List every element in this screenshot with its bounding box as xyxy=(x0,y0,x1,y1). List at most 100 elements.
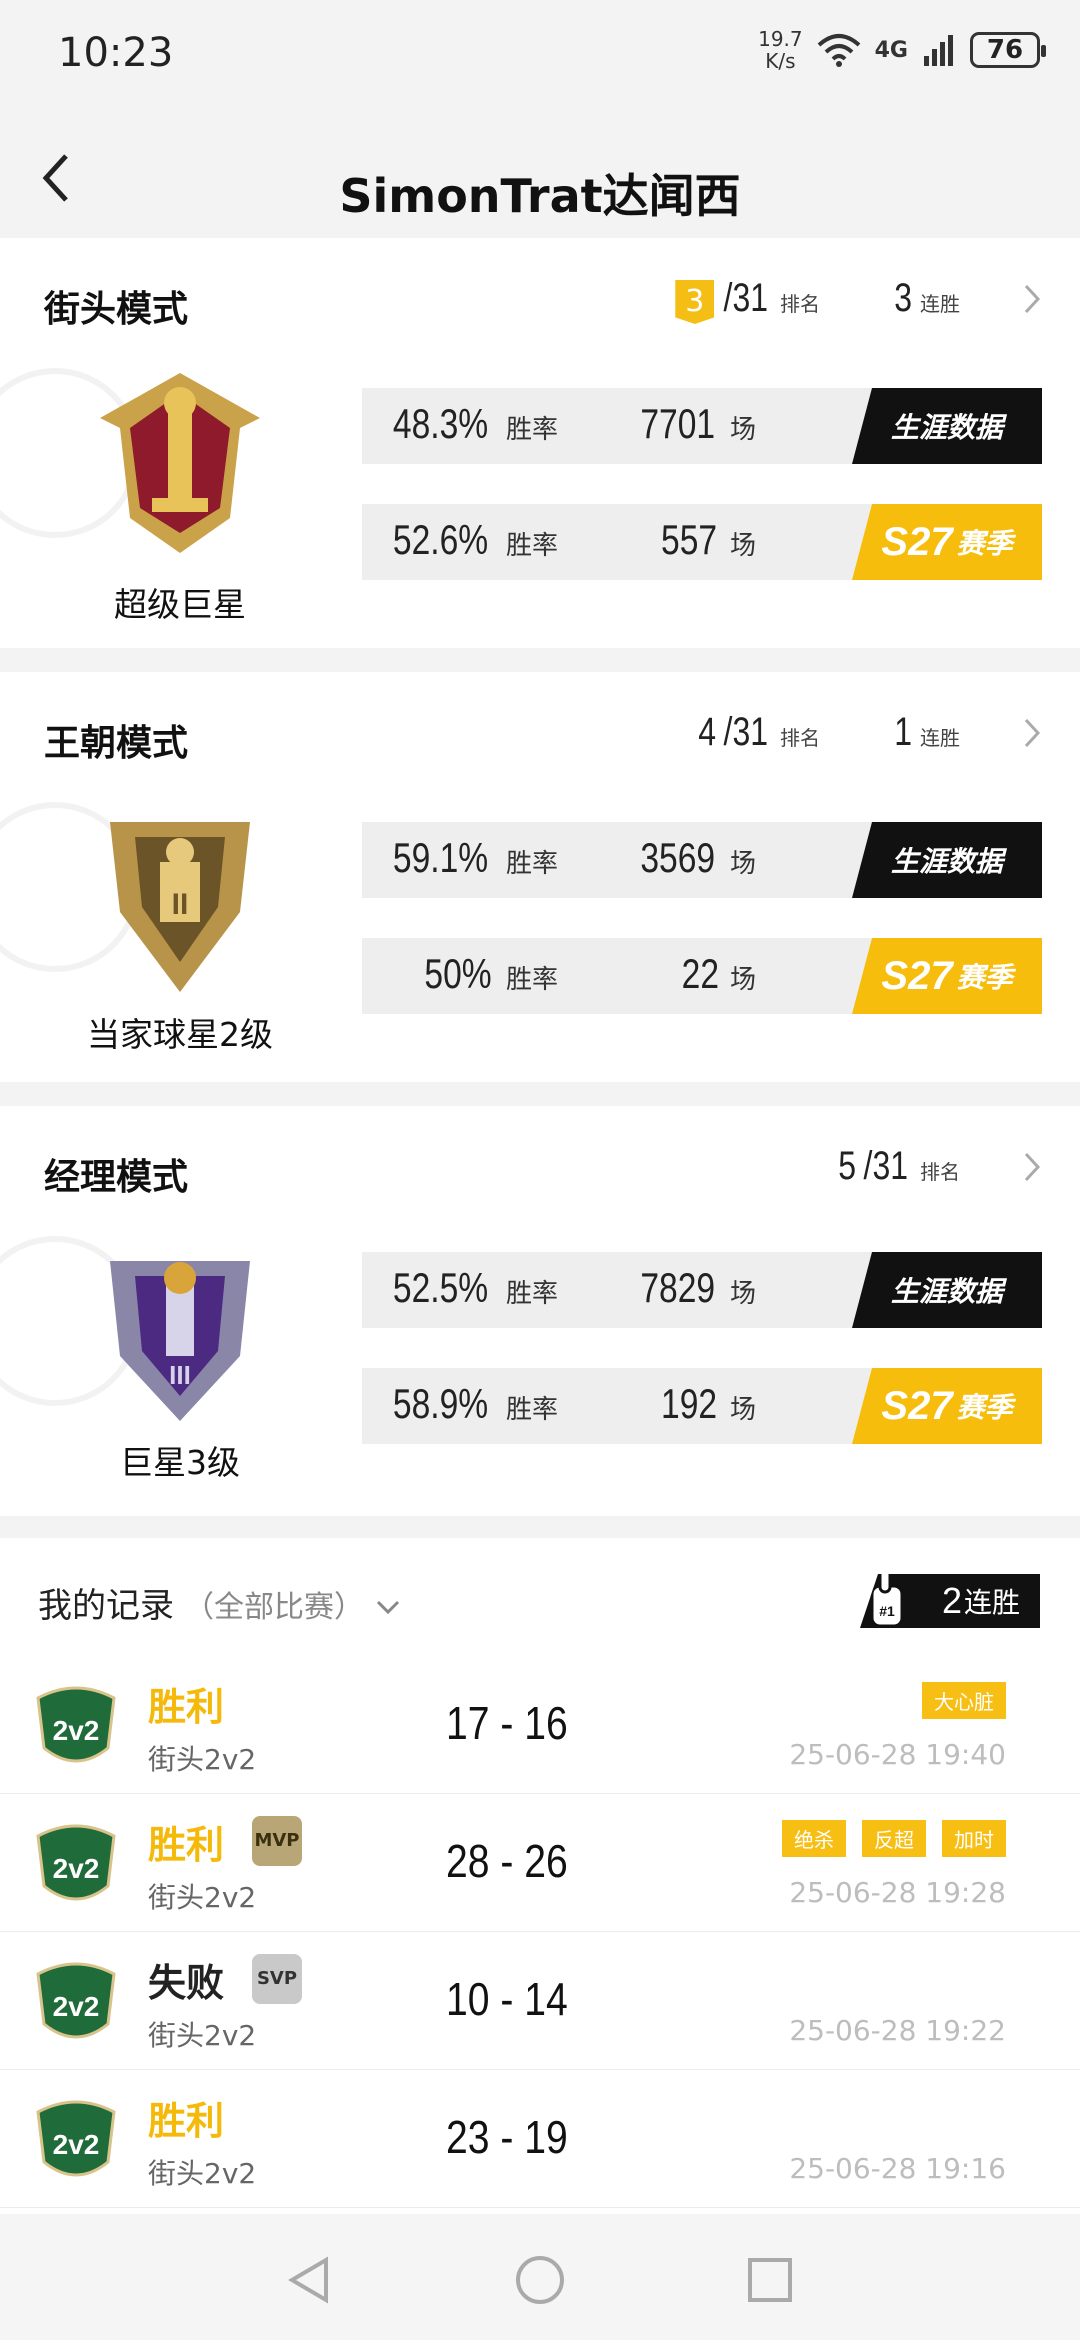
rank-info: 4 /31 排名 xyxy=(696,710,820,755)
match-date: 25-06-28 19:28 xyxy=(789,1876,1006,1909)
season-winrate: 52.6% 胜率 xyxy=(381,516,558,564)
career-games: 7701 场 xyxy=(631,400,756,448)
speed-unit: K/s xyxy=(765,49,796,73)
match-row[interactable]: 2v2 胜利 街头2v2 17 - 16 大心脏 25-06-28 19:40 xyxy=(0,1656,1080,1794)
streak-info: 1 连胜 xyxy=(892,710,960,755)
career-data-tag[interactable]: 生涯数据 xyxy=(852,388,1042,464)
season-tag[interactable]: S27 赛季 xyxy=(852,938,1042,1014)
rank-badge: 3 xyxy=(675,280,715,324)
games-value: 22 xyxy=(681,950,720,997)
rank-info: 3 /31 排名 xyxy=(675,276,820,324)
match-labels: 绝杀 反超 加时 xyxy=(782,1820,1006,1857)
season-stats-row[interactable]: 58.9% 胜率 192 场 S27 赛季 xyxy=(362,1368,1042,1444)
foam-finger-icon: #1 xyxy=(870,1574,904,1628)
games-label: 场 xyxy=(729,1395,756,1425)
mode-title: 经理模式 xyxy=(44,1157,189,1198)
season-number: S27 xyxy=(881,953,953,998)
status-bar: 10:23 19.7 K/s 4G 76 xyxy=(0,0,1080,110)
filter-label: （全部比赛） xyxy=(184,1590,364,1625)
nav-back-icon[interactable] xyxy=(282,2252,338,2308)
mode-detail-chevron[interactable] xyxy=(1022,1150,1042,1193)
season-label: 赛季 xyxy=(956,1391,1013,1424)
match-result: 胜利 xyxy=(148,1823,225,1867)
streak-label: 连胜 xyxy=(920,726,960,750)
match-result: 胜利 xyxy=(148,2099,225,2143)
match-date: 25-06-28 19:40 xyxy=(789,1738,1006,1771)
streak-count: 2 xyxy=(941,1580,962,1621)
chevron-down-icon xyxy=(376,1600,399,1615)
career-games: 3569 场 xyxy=(631,834,756,882)
career-data-tag[interactable]: 生涯数据 xyxy=(852,822,1042,898)
winrate-value: 50% xyxy=(424,950,492,997)
season-tag[interactable]: S27 赛季 xyxy=(852,1368,1042,1444)
games-label: 场 xyxy=(729,531,756,561)
franchise-star-emblem-icon: II xyxy=(110,822,250,992)
winrate-value: 59.1% xyxy=(392,834,489,881)
match-mode: 街头2v2 xyxy=(148,1881,257,1914)
status-icons: 19.7 K/s 4G 76 xyxy=(758,28,1046,72)
winrate-label: 胜率 xyxy=(505,531,558,561)
star-player-emblem-icon: III xyxy=(110,1261,250,1421)
rank-total: /31 xyxy=(723,710,769,754)
tier-label: 当家球星2级 xyxy=(87,1015,273,1054)
svg-text:2v2: 2v2 xyxy=(53,2129,100,2160)
season-games: 557 场 xyxy=(654,516,756,564)
career-winrate: 59.1% 胜率 xyxy=(381,834,558,882)
network-speed: 19.7 K/s xyxy=(758,28,803,72)
streak-count: 1 xyxy=(893,710,912,754)
mode-detail-chevron[interactable] xyxy=(1022,716,1042,759)
svg-text:2v2: 2v2 xyxy=(53,1991,100,2022)
career-data-tag[interactable]: 生涯数据 xyxy=(852,1252,1042,1328)
winrate-label: 胜率 xyxy=(505,965,558,995)
season-stats-row[interactable]: 50% 胜率 22 场 S27 赛季 xyxy=(362,938,1042,1014)
match-score: 28 - 26 xyxy=(446,1835,568,1887)
winrate-label: 胜率 xyxy=(505,1279,558,1309)
streak-label: 连胜 xyxy=(963,1586,1020,1619)
season-number: S27 xyxy=(881,519,953,564)
svg-text:2v2: 2v2 xyxy=(53,1715,100,1746)
rank-label: 排名 xyxy=(780,292,820,316)
match-date: 25-06-28 19:16 xyxy=(789,2152,1006,2185)
season-stats-row[interactable]: 52.6% 胜率 557 场 S27 赛季 xyxy=(362,504,1042,580)
speed-value: 19.7 xyxy=(758,27,803,51)
season-winrate: 58.9% 胜率 xyxy=(381,1380,558,1428)
match-result: 胜利 xyxy=(148,1685,225,1729)
season-winrate: 50% 胜率 xyxy=(416,950,558,998)
match-result: 失败 xyxy=(148,1961,225,2005)
career-stats-row[interactable]: 52.5% 胜率 7829 场 生涯数据 xyxy=(362,1252,1042,1328)
season-number: S27 xyxy=(881,1383,953,1428)
nav-recents-icon[interactable] xyxy=(742,2252,798,2308)
games-label: 场 xyxy=(729,849,756,879)
match-row[interactable]: 2v2 胜利 街头2v2 23 - 19 25-06-28 19:16 xyxy=(0,2070,1080,2208)
chevron-right-icon xyxy=(1024,1152,1041,1182)
career-stats-row[interactable]: 59.1% 胜率 3569 场 生涯数据 xyxy=(362,822,1042,898)
rank-info: 5 /31 排名 xyxy=(836,1144,960,1189)
match-score: 17 - 16 xyxy=(446,1697,568,1749)
career-winrate: 52.5% 胜率 xyxy=(381,1264,558,1312)
games-label: 场 xyxy=(729,1279,756,1309)
street-2v2-logo-icon: 2v2 xyxy=(36,1962,116,2039)
games-value: 3569 xyxy=(639,834,715,881)
season-games: 22 场 xyxy=(677,950,756,998)
match-mode: 街头2v2 xyxy=(148,2157,257,2190)
match-mode: 街头2v2 xyxy=(148,2019,257,2052)
svg-text:III: III xyxy=(169,1360,191,1390)
career-stats-row[interactable]: 48.3% 胜率 7701 场 生涯数据 xyxy=(362,388,1042,464)
mode-title: 街头模式 xyxy=(44,289,189,330)
superstar-emblem-icon xyxy=(100,373,260,553)
winrate-value: 52.6% xyxy=(392,516,489,563)
games-value: 7701 xyxy=(639,400,715,447)
svg-text:II: II xyxy=(172,888,189,921)
season-tag[interactable]: S27 赛季 xyxy=(852,504,1042,580)
games-label: 场 xyxy=(729,965,756,995)
nav-home-icon[interactable] xyxy=(512,2252,568,2308)
match-score: 23 - 19 xyxy=(446,2111,568,2163)
winrate-value: 48.3% xyxy=(392,400,489,447)
rank-label: 排名 xyxy=(920,1160,960,1184)
streak-count: 3 xyxy=(893,276,912,320)
clock: 10:23 xyxy=(58,30,174,76)
records-filter-dropdown[interactable]: （全部比赛） xyxy=(184,1582,402,1626)
match-row[interactable]: 2v2 胜利 MVP 街头2v2 28 - 26 绝杀 反超 加时 25-06-… xyxy=(0,1794,1080,1932)
match-row[interactable]: 2v2 失败 SVP 街头2v2 10 - 14 25-06-28 19:22 xyxy=(0,1932,1080,2070)
mode-detail-chevron[interactable] xyxy=(1022,282,1042,325)
